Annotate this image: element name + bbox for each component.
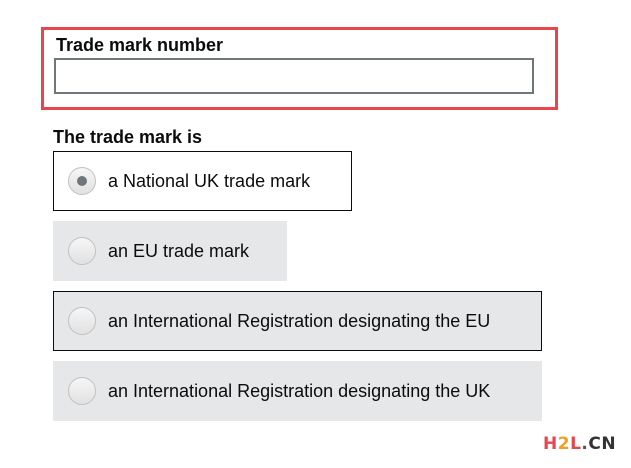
radio-button-selected[interactable] <box>68 167 96 195</box>
trade-mark-number-label: Trade mark number <box>56 35 224 55</box>
radio-option-label: a National UK trade mark <box>108 171 311 191</box>
radio-option-international-eu[interactable]: an International Registration designatin… <box>53 291 542 351</box>
radio-option-label: an International Registration designatin… <box>108 381 491 401</box>
radio-option-label: an International Registration designatin… <box>108 311 491 331</box>
trade-mark-type-legend: The trade mark is <box>53 127 203 147</box>
radio-button[interactable] <box>68 307 96 335</box>
trade-mark-number-group: Trade mark number <box>41 27 558 110</box>
radio-option-eu[interactable]: an EU trade mark <box>53 221 287 281</box>
radio-button[interactable] <box>68 237 96 265</box>
h2l-watermark-logo: H2L.CN <box>543 434 617 454</box>
trade-mark-number-input[interactable] <box>54 58 534 94</box>
radio-option-national-uk[interactable]: a National UK trade mark <box>53 151 352 211</box>
radio-option-international-uk[interactable]: an International Registration designatin… <box>53 361 542 421</box>
radio-option-label: an EU trade mark <box>108 241 250 261</box>
radio-button[interactable] <box>68 377 96 405</box>
radio-selected-dot <box>77 176 87 186</box>
